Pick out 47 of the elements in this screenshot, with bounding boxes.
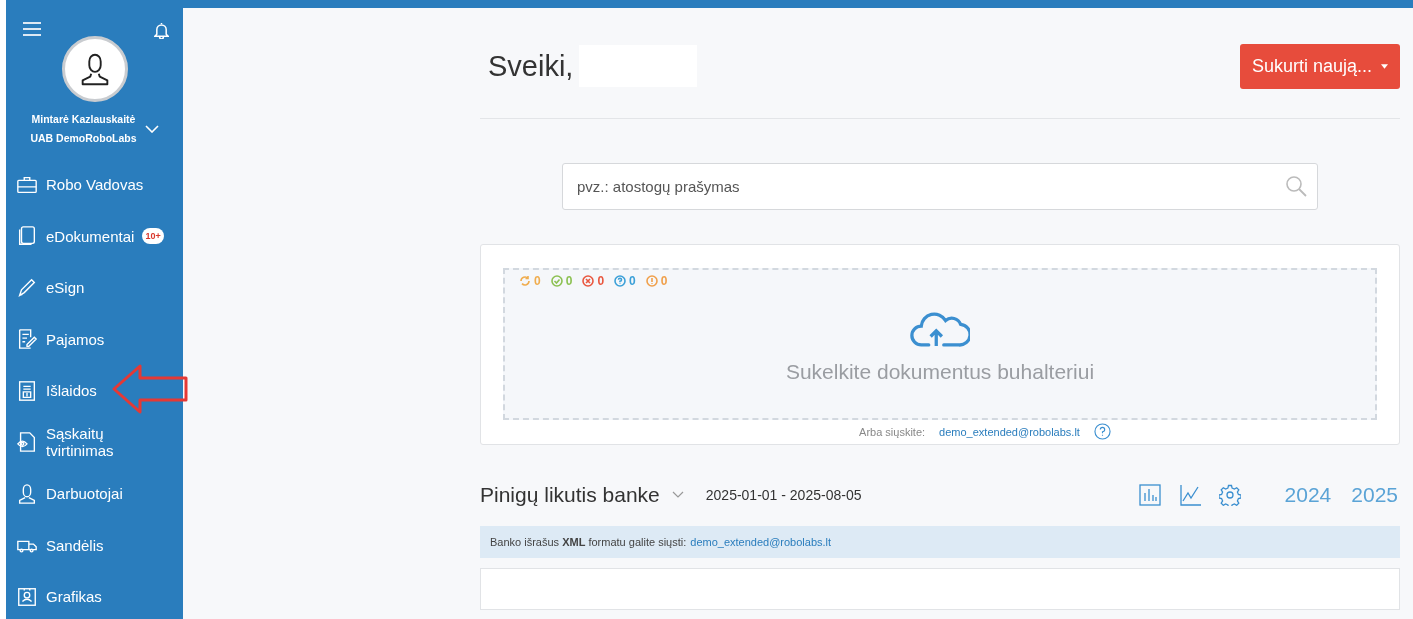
- status-counter: 0: [582, 274, 605, 288]
- create-new-button[interactable]: Sukurti naują...: [1239, 43, 1400, 89]
- section-title: Pinigų likutis banke: [480, 483, 660, 507]
- send-label: Arba siųskite:: [859, 425, 926, 438]
- bell-icon[interactable]: [154, 22, 169, 39]
- notice-text: Banko išrašus XML formatu galite siųsti:: [490, 536, 687, 548]
- drop-zone[interactable]: 0 0 0 0 0 Sukelkite dokumentus buhalteriui: [503, 268, 1377, 420]
- nav-item[interactable]: Pajamos: [6, 313, 183, 365]
- edit-document-icon: [16, 328, 38, 351]
- cloud-upload-icon: [910, 310, 970, 348]
- pen-icon: [16, 276, 38, 299]
- documents-icon: [16, 225, 38, 248]
- status-counter: 0: [550, 274, 573, 288]
- nav-item[interactable]: Sandėlis: [6, 519, 183, 571]
- year-tab[interactable]: 2024: [1284, 483, 1332, 507]
- company-name: UAB DemoRoboLabs: [30, 131, 137, 146]
- upload-prompt: Sukelkite dokumentus buhalteriui: [785, 360, 1095, 384]
- status-counter: 0: [519, 274, 541, 288]
- caret-icon: [1381, 64, 1388, 70]
- nav-item[interactable]: eSign: [6, 262, 183, 314]
- nav-item[interactable]: Grafikas: [6, 571, 183, 619]
- help-icon[interactable]: [1093, 423, 1111, 440]
- count-badge: 10+: [142, 228, 164, 245]
- email-link[interactable]: demo_extended@robolabs.lt: [939, 425, 1080, 438]
- nav-item[interactable]: eDokumentai 10+: [6, 210, 183, 262]
- status-counter: 0: [614, 274, 636, 288]
- greeting: Sveiki,: [488, 49, 574, 83]
- search-field[interactable]: pvz.: atostogų prašymas: [562, 163, 1318, 210]
- eye-document-icon: [16, 431, 38, 454]
- email-link[interactable]: demo_extended@robolabs.lt: [690, 536, 832, 548]
- menu-icon[interactable]: [23, 22, 41, 36]
- search-icon[interactable]: [1285, 175, 1307, 197]
- nav-item[interactable]: Sąskaitų tvirtinimas: [6, 416, 183, 468]
- year-tab[interactable]: 2025: [1351, 483, 1398, 507]
- user-name: Mintarė Kazlauskaitė: [30, 112, 137, 127]
- nav-item[interactable]: Išlaidos: [6, 365, 183, 417]
- chevron-down-icon[interactable]: [671, 491, 684, 499]
- nav-item[interactable]: Robo Vadovas: [6, 159, 183, 211]
- person-icon: [16, 482, 38, 505]
- date-range: 2025-01-01 - 2025-08-05: [705, 487, 862, 503]
- receipt-icon: [16, 379, 38, 402]
- line-chart-icon[interactable]: [1178, 484, 1201, 506]
- id-badge-icon: [16, 585, 38, 608]
- nav-item[interactable]: Darbuotojai: [6, 468, 183, 520]
- bar-chart-icon[interactable]: [1138, 484, 1161, 506]
- status-counter: 0: [645, 274, 668, 288]
- settings-icon[interactable]: [1218, 484, 1241, 506]
